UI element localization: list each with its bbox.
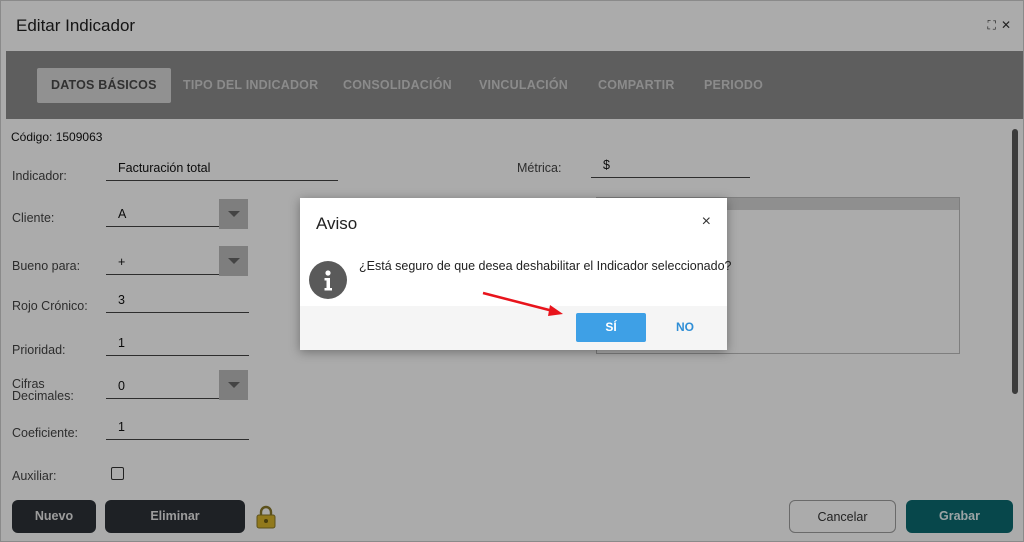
dialog-title: Aviso xyxy=(316,214,358,233)
confirm-dialog: Aviso × ¿Está seguro de que desea deshab… xyxy=(300,198,731,350)
dialog-close-icon[interactable]: × xyxy=(702,214,711,230)
dialog-footer xyxy=(300,306,727,350)
info-icon xyxy=(309,261,347,299)
edit-indicator-window: Editar Indicador ⛶ ✕ DATOS BÁSICOS TIPO … xyxy=(0,0,1024,542)
yes-button[interactable]: SÍ xyxy=(576,313,646,342)
no-button[interactable]: NO xyxy=(665,313,705,342)
dialog-message: ¿Está seguro de que desea deshabilitar e… xyxy=(359,259,732,273)
